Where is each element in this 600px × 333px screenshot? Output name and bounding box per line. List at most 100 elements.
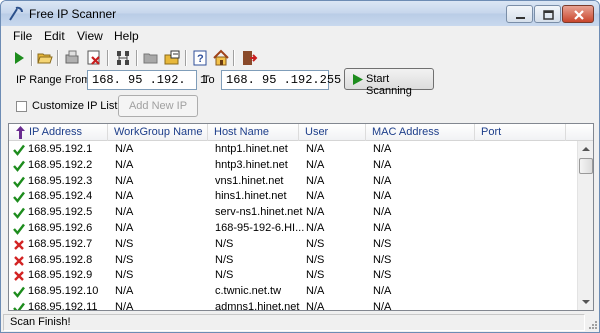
play-icon bbox=[353, 74, 363, 85]
cell-workgroup-name: N/A bbox=[115, 174, 134, 187]
cell-mac-address: N/S bbox=[373, 253, 392, 266]
table-row[interactable]: 168.95.192.1 N/A hntp1.hinet.net N/A N/A bbox=[9, 142, 577, 158]
maximize-button[interactable] bbox=[534, 5, 561, 23]
column-header-port[interactable]: Port bbox=[475, 124, 566, 141]
start-scanning-button[interactable]: Start Scanning bbox=[344, 68, 434, 97]
table-row[interactable]: 168.95.192.10 N/A c.twnic.net.tw N/A N/A bbox=[9, 284, 577, 300]
close-button[interactable] bbox=[562, 5, 594, 23]
cell-user: N/A bbox=[306, 206, 325, 219]
export-icon[interactable] bbox=[163, 49, 181, 67]
app-icon bbox=[9, 6, 23, 21]
cell-host-name: c.twnic.net.tw bbox=[215, 285, 282, 298]
scroll-thumb[interactable] bbox=[579, 158, 593, 174]
home-icon[interactable] bbox=[212, 49, 230, 67]
check-icon bbox=[13, 160, 25, 172]
cross-icon bbox=[14, 271, 24, 282]
cell-user: N/A bbox=[306, 143, 325, 155]
menu-edit[interactable]: Edit bbox=[44, 29, 65, 43]
menu-help[interactable]: Help bbox=[114, 29, 139, 43]
cell-host-name: admns1.hinet.net bbox=[215, 301, 300, 311]
cell-ip-address: 168.95.192.9 bbox=[28, 269, 93, 282]
toolbar-separator bbox=[185, 50, 187, 66]
cell-ip-address: 168.95.192.4 bbox=[28, 190, 93, 203]
open-folder-icon[interactable] bbox=[36, 49, 54, 67]
cell-ip-address: 168.95.192.3 bbox=[28, 174, 93, 187]
table-row[interactable]: 168.95.192.6 N/A 168-95-192-6.HI... N/A N/A bbox=[9, 221, 577, 237]
check-icon bbox=[13, 176, 25, 188]
cell-user: N/S bbox=[306, 269, 325, 282]
menu-bar: File Edit View Help bbox=[1, 27, 599, 45]
table-row[interactable]: 168.95.192.5 N/A serv-ns1.hinet.net N/A N/A bbox=[9, 205, 577, 221]
cell-ip-address: 168.95.192.1 bbox=[28, 143, 93, 155]
cell-mac-address: N/A bbox=[373, 222, 392, 234]
cell-ip-address: 168.95.192.5 bbox=[28, 206, 93, 219]
table-row[interactable]: 168.95.192.4 N/A hins1.hinet.net N/A N/A bbox=[9, 189, 577, 205]
column-header-host-name[interactable]: Host Name bbox=[208, 124, 299, 141]
check-icon bbox=[13, 223, 25, 235]
table-row[interactable]: 168.95.192.9 N/S N/S N/S N/S bbox=[9, 268, 577, 284]
column-header-user[interactable]: User bbox=[299, 124, 366, 141]
toolbar-separator bbox=[107, 50, 109, 66]
menu-file[interactable]: File bbox=[13, 29, 32, 43]
cell-workgroup-name: N/A bbox=[115, 301, 134, 311]
folder-icon[interactable] bbox=[142, 49, 160, 67]
title-bar[interactable]: Free IP Scanner bbox=[1, 1, 599, 26]
list-header: IP Address WorkGroup Name Host Name User… bbox=[9, 124, 593, 141]
toolbar-separator bbox=[136, 50, 138, 66]
add-new-ip-button[interactable]: Add New IP bbox=[118, 95, 198, 117]
cell-mac-address: N/A bbox=[373, 206, 392, 219]
column-label-ip-address: IP Address bbox=[29, 126, 82, 138]
cell-mac-address: N/A bbox=[373, 190, 392, 203]
cell-host-name: hins1.hinet.net bbox=[215, 190, 287, 203]
cell-workgroup-name: N/A bbox=[115, 143, 134, 155]
cell-workgroup-name: N/A bbox=[115, 158, 134, 171]
table-row[interactable]: 168.95.192.3 N/A vns1.hinet.net N/A N/A bbox=[9, 174, 577, 190]
play-icon[interactable] bbox=[10, 49, 28, 67]
scroll-up-icon[interactable] bbox=[578, 141, 594, 157]
cell-ip-address: 168.95.192.10 bbox=[28, 285, 99, 298]
table-row[interactable]: 168.95.192.7 N/S N/S N/S N/S bbox=[9, 237, 577, 253]
column-header-mac-address[interactable]: MAC Address bbox=[366, 124, 475, 141]
ip-to-field[interactable]: 168. 95 .192.255 bbox=[221, 70, 341, 90]
check-icon bbox=[13, 144, 25, 156]
table-row[interactable]: 168.95.192.2 N/A hntp3.hinet.net N/A N/A bbox=[9, 158, 577, 174]
cell-mac-address: N/A bbox=[373, 158, 392, 171]
check-icon bbox=[13, 192, 25, 204]
toolbar-separator bbox=[31, 50, 33, 66]
save-icon[interactable] bbox=[63, 49, 81, 67]
scroll-down-icon[interactable] bbox=[578, 294, 594, 310]
toolbar-separator bbox=[233, 50, 235, 66]
ip-range-to-label: To bbox=[203, 74, 215, 86]
app-window: Free IP Scanner File Edit View Help ? IP… bbox=[0, 0, 600, 333]
results-list[interactable]: IP Address WorkGroup Name Host Name User… bbox=[8, 123, 594, 311]
table-row[interactable]: 168.95.192.8 N/S N/S N/S N/S bbox=[9, 253, 577, 269]
customize-ip-list-checkbox[interactable] bbox=[16, 101, 27, 112]
cell-user: N/A bbox=[306, 285, 325, 298]
cell-workgroup-name: N/S bbox=[115, 269, 134, 282]
cell-workgroup-name: N/A bbox=[115, 285, 134, 298]
cell-user: N/A bbox=[306, 158, 325, 171]
cell-user: N/S bbox=[306, 253, 325, 266]
cell-host-name: 168-95-192-6.HI... bbox=[215, 222, 305, 234]
cell-host-name: hntp1.hinet.net bbox=[215, 143, 288, 155]
vertical-scrollbar[interactable] bbox=[577, 141, 593, 310]
cell-user: N/S bbox=[306, 237, 325, 250]
cell-mac-address: N/A bbox=[373, 174, 392, 187]
cross-icon bbox=[14, 239, 24, 250]
menu-view[interactable]: View bbox=[77, 29, 103, 43]
help-icon[interactable]: ? bbox=[191, 49, 209, 67]
delete-icon[interactable] bbox=[85, 49, 103, 67]
resize-grip-icon[interactable] bbox=[586, 318, 598, 330]
ip-from-field[interactable]: 168. 95 .192. 1 bbox=[87, 70, 207, 90]
exit-icon[interactable] bbox=[240, 49, 258, 67]
minimize-button[interactable] bbox=[506, 5, 533, 23]
column-header-workgroup-name[interactable]: WorkGroup Name bbox=[108, 124, 208, 141]
column-header-ip-address[interactable]: IP Address bbox=[9, 124, 108, 141]
toolbar-separator bbox=[57, 50, 59, 66]
cell-host-name: N/S bbox=[215, 237, 234, 250]
cell-ip-address: 168.95.192.7 bbox=[28, 237, 93, 250]
network-icon[interactable] bbox=[114, 49, 132, 67]
svg-text:?: ? bbox=[197, 53, 204, 65]
table-row[interactable]: 168.95.192.11 N/A admns1.hinet.net N/A N/A bbox=[9, 300, 577, 311]
cell-workgroup-name: N/A bbox=[115, 190, 134, 203]
